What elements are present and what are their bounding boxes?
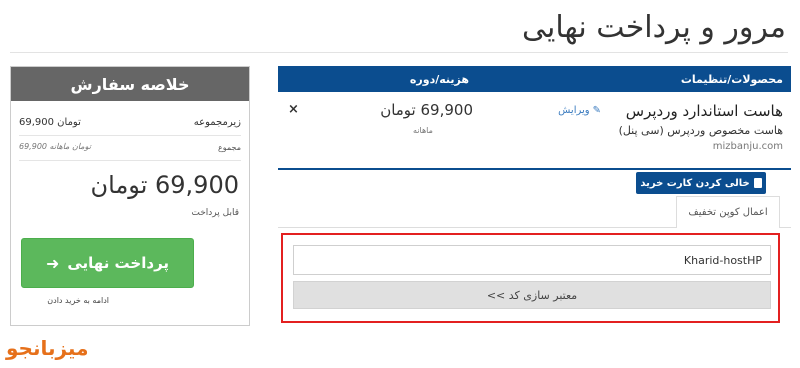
checkout-label: پرداخت نهایی <box>67 254 170 272</box>
total-due: 69,900 تومان <box>90 171 239 199</box>
arrow-left-icon: ➜ <box>45 253 60 273</box>
promo-code-input[interactable] <box>293 245 771 275</box>
order-summary: خلاصه سفارش زیرمجموعه 69,900 تومان 69,90… <box>10 66 250 326</box>
summary-divider <box>19 135 241 136</box>
product-domain: mizbanju.com <box>712 141 783 152</box>
continue-shopping-link[interactable]: ادامه به خرید دادن <box>47 296 109 305</box>
total-due-label: قابل پرداخت <box>191 208 239 218</box>
recurring-value: 69,900 تومان ماهانه <box>19 142 91 151</box>
tab-promo-code[interactable]: اعمال کوپن تخفیف <box>676 196 780 228</box>
subtotal-label: زیرمجموعه <box>193 117 241 128</box>
empty-cart-button[interactable]: خالی کردن کارت خرید <box>636 172 766 194</box>
title-divider <box>10 52 788 53</box>
edit-label: ویرایش <box>558 105 590 116</box>
item-price: 69,900 تومان <box>380 101 473 119</box>
header-products: محصولات/تنظیمات <box>680 73 783 86</box>
checkout-button[interactable]: پرداخت نهایی ➜ <box>21 238 194 288</box>
pencil-icon: ✎ <box>592 105 601 116</box>
summary-divider <box>19 160 241 161</box>
validate-code-button[interactable]: معتبر سازی کد >> <box>293 281 771 309</box>
subtotal-value: 69,900 تومان <box>19 117 81 128</box>
page-title: مرور و پرداخت نهایی <box>522 10 786 45</box>
recurring-label: مجموع <box>218 143 241 152</box>
cart-header: محصولات/تنظیمات هزینه/دوره <box>278 66 791 92</box>
item-cycle: ماهانه <box>413 126 433 135</box>
remove-item-button[interactable]: × <box>288 102 299 117</box>
summary-title: خلاصه سفارش <box>11 67 249 101</box>
promo-code-box: معتبر سازی کد >> <box>281 233 780 323</box>
header-price: هزینه/دوره <box>409 73 469 86</box>
watermark-logo: میزبانجو <box>6 336 89 360</box>
empty-cart-label: خالی کردن کارت خرید <box>640 177 750 189</box>
product-description: هاست مخصوص وردپرس (سی پنل) <box>618 124 783 137</box>
trash-icon <box>753 178 762 188</box>
product-name: هاست استاندارد وردپرس <box>625 102 783 120</box>
cart-table: محصولات/تنظیمات هزینه/دوره هاست استاندار… <box>278 66 791 170</box>
edit-link[interactable]: ✎ویرایش <box>558 105 601 116</box>
cart-item-row: هاست استاندارد وردپرس ✎ویرایش هاست مخصوص… <box>278 92 791 170</box>
